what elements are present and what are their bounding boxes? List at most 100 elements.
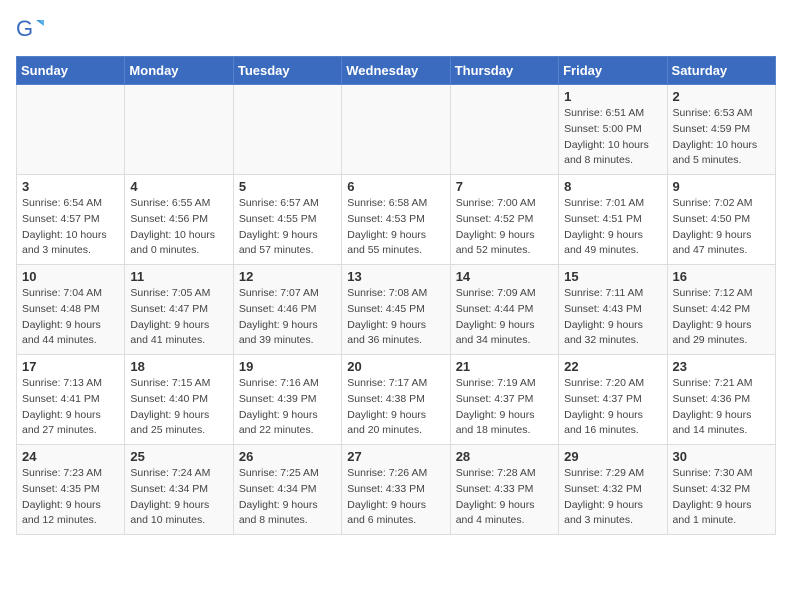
day-number: 30 [673,449,770,464]
day-info: Sunrise: 7:25 AM Sunset: 4:34 PM Dayligh… [239,466,336,529]
day-info: Sunrise: 6:58 AM Sunset: 4:53 PM Dayligh… [347,196,444,259]
svg-text:G: G [16,16,33,41]
day-info: Sunrise: 7:20 AM Sunset: 4:37 PM Dayligh… [564,376,661,439]
header: G [16,16,776,44]
logo-icon: G [16,16,44,44]
day-info: Sunrise: 7:00 AM Sunset: 4:52 PM Dayligh… [456,196,553,259]
header-friday: Friday [559,57,667,85]
day-info: Sunrise: 7:04 AM Sunset: 4:48 PM Dayligh… [22,286,119,349]
day-number: 20 [347,359,444,374]
header-monday: Monday [125,57,233,85]
day-number: 8 [564,179,661,194]
calendar-cell: 9 Sunrise: 7:02 AM Sunset: 4:50 PM Daylig… [667,175,775,265]
calendar-cell: 11 Sunrise: 7:05 AM Sunset: 4:47 PM Dayli… [125,265,233,355]
week-row-4: 24 Sunrise: 7:23 AM Sunset: 4:35 PM Dayli… [17,445,776,535]
day-info: Sunrise: 7:11 AM Sunset: 4:43 PM Dayligh… [564,286,661,349]
header-wednesday: Wednesday [342,57,450,85]
day-number: 16 [673,269,770,284]
calendar-body: 1 Sunrise: 6:51 AM Sunset: 5:00 PM Daylig… [17,85,776,535]
calendar-cell: 20 Sunrise: 7:17 AM Sunset: 4:38 PM Dayli… [342,355,450,445]
calendar-cell: 15 Sunrise: 7:11 AM Sunset: 4:43 PM Dayli… [559,265,667,355]
calendar-header: SundayMondayTuesdayWednesdayThursdayFrid… [17,57,776,85]
day-info: Sunrise: 7:17 AM Sunset: 4:38 PM Dayligh… [347,376,444,439]
day-info: Sunrise: 7:21 AM Sunset: 4:36 PM Dayligh… [673,376,770,439]
calendar-cell: 8 Sunrise: 7:01 AM Sunset: 4:51 PM Daylig… [559,175,667,265]
day-info: Sunrise: 7:07 AM Sunset: 4:46 PM Dayligh… [239,286,336,349]
day-number: 11 [130,269,227,284]
day-number: 21 [456,359,553,374]
day-number: 18 [130,359,227,374]
calendar-cell: 3 Sunrise: 6:54 AM Sunset: 4:57 PM Daylig… [17,175,125,265]
day-number: 17 [22,359,119,374]
header-row: SundayMondayTuesdayWednesdayThursdayFrid… [17,57,776,85]
day-info: Sunrise: 7:05 AM Sunset: 4:47 PM Dayligh… [130,286,227,349]
calendar-cell [342,85,450,175]
calendar-cell: 4 Sunrise: 6:55 AM Sunset: 4:56 PM Daylig… [125,175,233,265]
calendar-cell [125,85,233,175]
calendar-cell: 19Sunrise: 7:16 AM Sunset: 4:39 PM Dayli… [233,355,341,445]
day-info: Sunrise: 7:13 AM Sunset: 4:41 PM Dayligh… [22,376,119,439]
day-info: Sunrise: 7:01 AM Sunset: 4:51 PM Dayligh… [564,196,661,259]
day-info: Sunrise: 7:24 AM Sunset: 4:34 PM Dayligh… [130,466,227,529]
day-number: 14 [456,269,553,284]
calendar-cell: 22 Sunrise: 7:20 AM Sunset: 4:37 PM Dayli… [559,355,667,445]
calendar-cell: 1 Sunrise: 6:51 AM Sunset: 5:00 PM Daylig… [559,85,667,175]
day-number: 3 [22,179,119,194]
day-number: 10 [22,269,119,284]
calendar-cell [450,85,558,175]
day-number: 4 [130,179,227,194]
header-saturday: Saturday [667,57,775,85]
calendar-cell: 17 Sunrise: 7:13 AM Sunset: 4:41 PM Dayli… [17,355,125,445]
day-number: 1 [564,89,661,104]
calendar-cell: 27Sunrise: 7:26 AM Sunset: 4:33 PM Dayli… [342,445,450,535]
day-number: 12 [239,269,336,284]
calendar-cell: 14Sunrise: 7:09 AM Sunset: 4:44 PM Dayli… [450,265,558,355]
day-number: 28 [456,449,553,464]
day-number: 26 [239,449,336,464]
calendar-cell: 23Sunrise: 7:21 AM Sunset: 4:36 PM Dayli… [667,355,775,445]
day-info: Sunrise: 7:29 AM Sunset: 4:32 PM Dayligh… [564,466,661,529]
day-number: 19 [239,359,336,374]
calendar-cell: 13 Sunrise: 7:08 AM Sunset: 4:45 PM Dayli… [342,265,450,355]
calendar-cell: 29 Sunrise: 7:29 AM Sunset: 4:32 PM Dayli… [559,445,667,535]
calendar-cell: 6 Sunrise: 6:58 AM Sunset: 4:53 PM Daylig… [342,175,450,265]
day-info: Sunrise: 6:55 AM Sunset: 4:56 PM Dayligh… [130,196,227,259]
day-info: Sunrise: 6:57 AM Sunset: 4:55 PM Dayligh… [239,196,336,259]
week-row-3: 17 Sunrise: 7:13 AM Sunset: 4:41 PM Dayli… [17,355,776,445]
day-number: 2 [673,89,770,104]
day-number: 13 [347,269,444,284]
day-info: Sunrise: 7:28 AM Sunset: 4:33 PM Dayligh… [456,466,553,529]
day-info: Sunrise: 7:23 AM Sunset: 4:35 PM Dayligh… [22,466,119,529]
logo: G [16,16,48,44]
calendar-cell: 10 Sunrise: 7:04 AM Sunset: 4:48 PM Dayli… [17,265,125,355]
week-row-2: 10 Sunrise: 7:04 AM Sunset: 4:48 PM Dayli… [17,265,776,355]
day-number: 15 [564,269,661,284]
calendar-cell: 16Sunrise: 7:12 AM Sunset: 4:42 PM Dayli… [667,265,775,355]
calendar-cell: 12 Sunrise: 7:07 AM Sunset: 4:46 PM Dayli… [233,265,341,355]
week-row-0: 1 Sunrise: 6:51 AM Sunset: 5:00 PM Daylig… [17,85,776,175]
day-info: Sunrise: 7:15 AM Sunset: 4:40 PM Dayligh… [130,376,227,439]
day-info: Sunrise: 7:19 AM Sunset: 4:37 PM Dayligh… [456,376,553,439]
calendar-cell: 30 Sunrise: 7:30 AM Sunset: 4:32 PM Dayli… [667,445,775,535]
calendar-cell: 18 Sunrise: 7:15 AM Sunset: 4:40 PM Dayli… [125,355,233,445]
week-row-1: 3 Sunrise: 6:54 AM Sunset: 4:57 PM Daylig… [17,175,776,265]
day-number: 29 [564,449,661,464]
day-number: 25 [130,449,227,464]
calendar-table: SundayMondayTuesdayWednesdayThursdayFrid… [16,56,776,535]
day-number: 7 [456,179,553,194]
day-info: Sunrise: 7:02 AM Sunset: 4:50 PM Dayligh… [673,196,770,259]
day-info: Sunrise: 7:30 AM Sunset: 4:32 PM Dayligh… [673,466,770,529]
calendar-cell: 26 Sunrise: 7:25 AM Sunset: 4:34 PM Dayli… [233,445,341,535]
day-info: Sunrise: 7:08 AM Sunset: 4:45 PM Dayligh… [347,286,444,349]
day-number: 9 [673,179,770,194]
calendar-cell: 2Sunrise: 6:53 AM Sunset: 4:59 PM Daylig… [667,85,775,175]
day-number: 24 [22,449,119,464]
header-tuesday: Tuesday [233,57,341,85]
header-sunday: Sunday [17,57,125,85]
day-number: 6 [347,179,444,194]
day-info: Sunrise: 6:51 AM Sunset: 5:00 PM Dayligh… [564,106,661,169]
calendar-cell: 25 Sunrise: 7:24 AM Sunset: 4:34 PM Dayli… [125,445,233,535]
day-info: Sunrise: 6:54 AM Sunset: 4:57 PM Dayligh… [22,196,119,259]
day-number: 22 [564,359,661,374]
day-info: Sunrise: 7:26 AM Sunset: 4:33 PM Dayligh… [347,466,444,529]
